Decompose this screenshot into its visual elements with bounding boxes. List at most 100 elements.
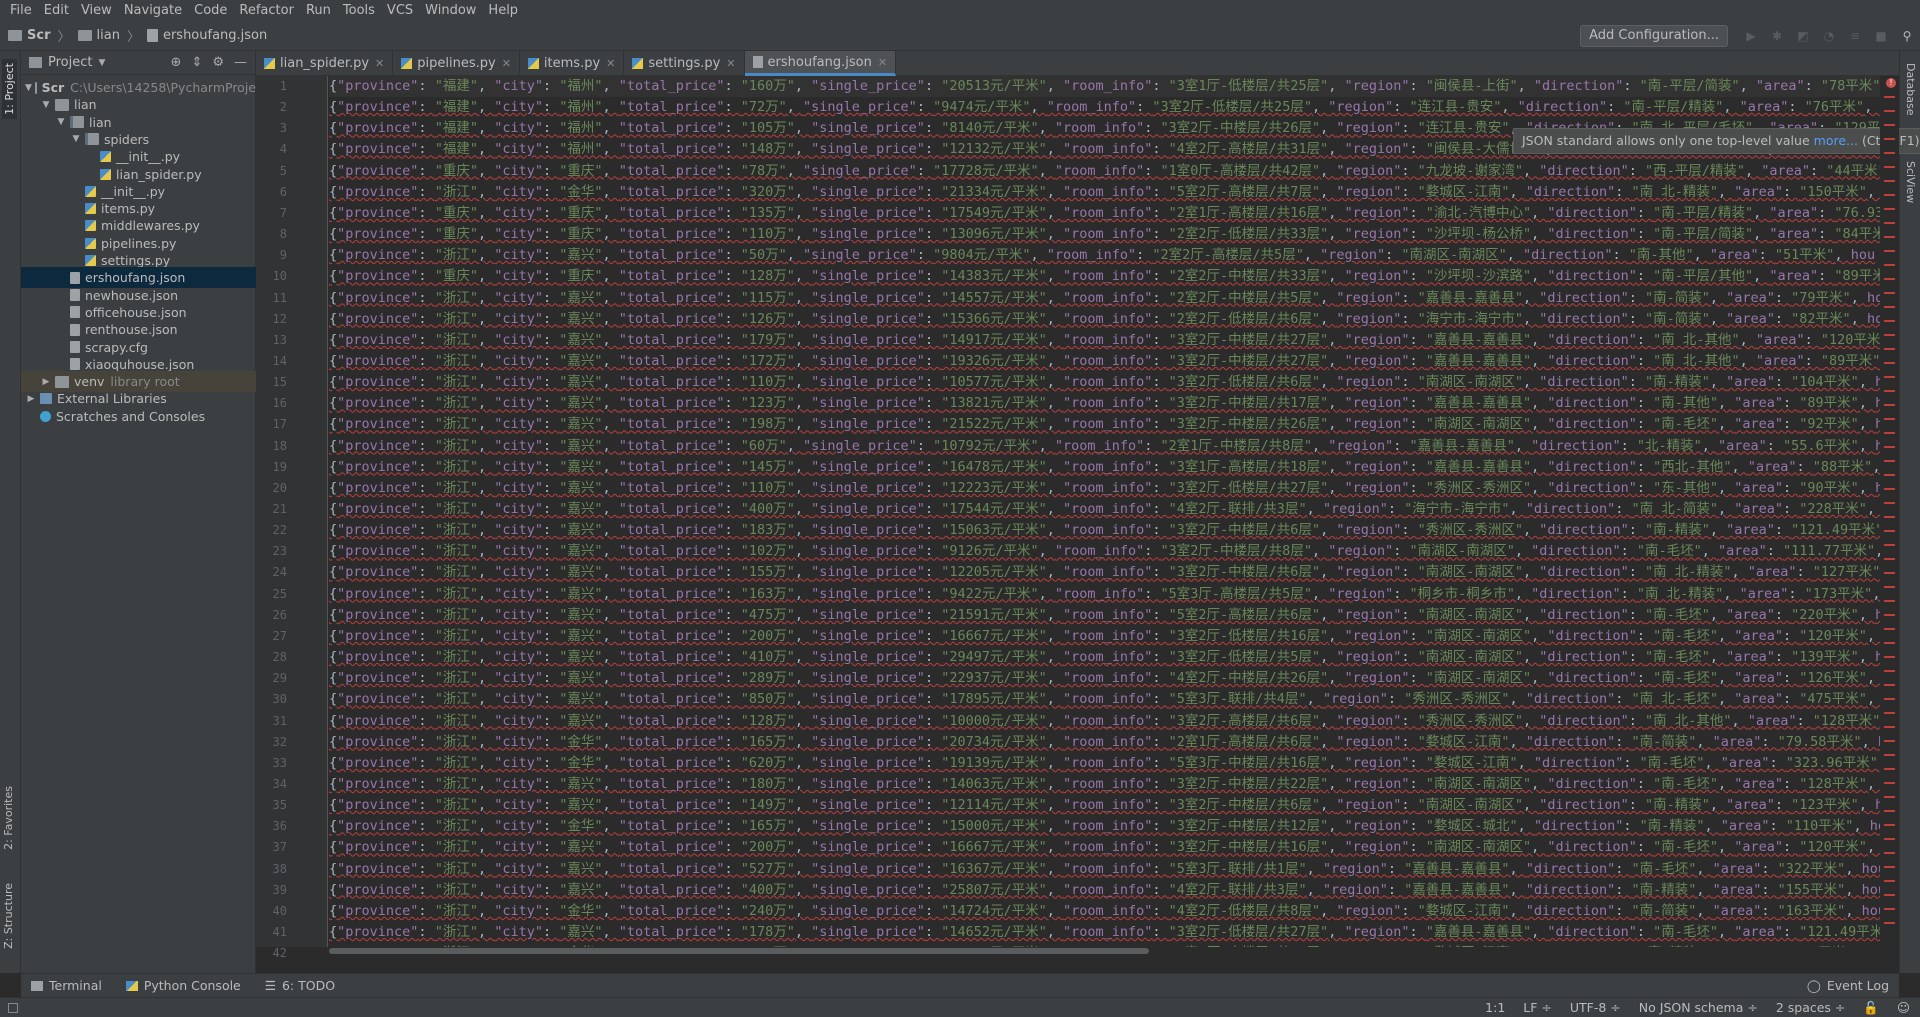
- error-mark[interactable]: [1884, 572, 1895, 574]
- project-panel-title[interactable]: Project: [48, 55, 92, 70]
- error-mark[interactable]: [1884, 558, 1895, 560]
- indent-widget[interactable]: 2 spaces ÷: [1776, 1000, 1846, 1015]
- editor-tab[interactable]: lian_spider.py ✕: [256, 51, 394, 76]
- error-mark[interactable]: [1884, 698, 1895, 700]
- error-stripe[interactable]: [1880, 76, 1899, 947]
- tooltip-more-link[interactable]: more...: [1814, 133, 1858, 148]
- json-schema-widget[interactable]: No JSON schema ÷: [1639, 1000, 1758, 1015]
- menu-run[interactable]: Run: [300, 0, 337, 21]
- error-mark[interactable]: [1884, 782, 1895, 784]
- error-mark[interactable]: [1884, 376, 1895, 378]
- chevron-down-icon[interactable]: ▼: [98, 58, 105, 68]
- stop-icon[interactable]: ■: [1873, 28, 1889, 44]
- add-configuration-button[interactable]: Add Configuration...: [1580, 25, 1728, 47]
- error-mark[interactable]: [1884, 432, 1895, 434]
- database-tool-tab[interactable]: Database: [1904, 63, 1917, 116]
- error-mark[interactable]: [1884, 586, 1895, 588]
- error-mark[interactable]: [1884, 670, 1895, 672]
- python-console-tool-button[interactable]: Python Console: [125, 978, 241, 993]
- error-mark[interactable]: [1884, 530, 1895, 532]
- error-mark[interactable]: [1884, 446, 1895, 448]
- toggle-tool-windows-icon[interactable]: [8, 1002, 18, 1013]
- error-mark[interactable]: [1884, 390, 1895, 392]
- menu-refactor[interactable]: Refactor: [233, 0, 300, 21]
- chevron-down-icon[interactable]: ▼: [40, 100, 52, 110]
- error-mark[interactable]: [1884, 292, 1895, 294]
- project-tool-tab[interactable]: 1: Project: [2, 59, 17, 119]
- close-icon[interactable]: ✕: [375, 57, 384, 70]
- error-mark[interactable]: [1884, 838, 1895, 840]
- error-mark[interactable]: [1884, 418, 1895, 420]
- error-mark[interactable]: [1884, 796, 1895, 798]
- terminal-tool-button[interactable]: Terminal: [31, 978, 102, 993]
- breadcrumb-item-file[interactable]: ershoufang.json: [163, 28, 267, 43]
- menu-code[interactable]: Code: [188, 0, 233, 21]
- favorites-tool-tab[interactable]: 2: Favorites: [2, 786, 15, 850]
- error-mark[interactable]: [1884, 600, 1895, 602]
- debug-icon[interactable]: ✱: [1769, 28, 1785, 44]
- error-mark[interactable]: [1884, 866, 1895, 868]
- sciview-tool-tab[interactable]: SciView: [1904, 161, 1917, 203]
- error-mark[interactable]: [1884, 726, 1895, 728]
- lock-icon[interactable]: 🔓: [1863, 1000, 1879, 1016]
- error-mark[interactable]: [1884, 894, 1895, 896]
- close-icon[interactable]: ✕: [726, 57, 735, 70]
- error-mark[interactable]: [1884, 250, 1895, 252]
- line-separator-widget[interactable]: LF ÷: [1523, 1000, 1552, 1015]
- hide-icon[interactable]: —: [234, 55, 247, 70]
- tree-item[interactable]: Scratches and Consoles: [21, 406, 256, 427]
- error-mark[interactable]: [1884, 460, 1895, 462]
- error-mark[interactable]: [1884, 110, 1895, 112]
- todo-tool-button[interactable]: ☰ 6: TODO: [265, 978, 335, 993]
- menu-help[interactable]: Help: [482, 0, 524, 21]
- menu-tools[interactable]: Tools: [337, 0, 381, 21]
- error-mark[interactable]: [1884, 656, 1895, 658]
- error-mark[interactable]: [1884, 516, 1895, 518]
- editor-code-area[interactable]: {"province": "福建", "city": "福州", "total_…: [329, 76, 1880, 947]
- error-mark[interactable]: [1884, 824, 1895, 826]
- error-mark[interactable]: [1884, 544, 1895, 546]
- error-mark[interactable]: [1884, 152, 1895, 154]
- error-mark[interactable]: [1884, 474, 1895, 476]
- error-mark[interactable]: [1884, 684, 1895, 686]
- menu-view[interactable]: View: [75, 0, 118, 21]
- editor-tab[interactable]: pipelines.py ✕: [393, 51, 520, 76]
- editor-tab[interactable]: ershoufang.json ✕: [744, 51, 897, 76]
- error-mark[interactable]: [1884, 404, 1895, 406]
- profile-icon[interactable]: ◔: [1821, 28, 1837, 44]
- error-mark[interactable]: [1884, 614, 1895, 616]
- menu-window[interactable]: Window: [419, 0, 482, 21]
- encoding-widget[interactable]: UTF-8 ÷: [1570, 1000, 1621, 1015]
- horizontal-scrollbar[interactable]: [329, 947, 1880, 955]
- error-mark[interactable]: [1884, 712, 1895, 714]
- collapse-all-icon[interactable]: ⇕: [191, 55, 202, 70]
- chevron-down-icon[interactable]: ▼: [55, 117, 67, 127]
- editor-tab[interactable]: settings.py ✕: [624, 51, 745, 76]
- coverage-icon[interactable]: ◩: [1795, 28, 1811, 44]
- breadcrumb-item-lian[interactable]: lian: [97, 28, 120, 43]
- error-mark[interactable]: [1884, 502, 1895, 504]
- error-mark[interactable]: [1884, 166, 1895, 168]
- run-icon[interactable]: ▶: [1743, 28, 1759, 44]
- caret-position[interactable]: 1:1: [1485, 1000, 1505, 1015]
- error-mark[interactable]: [1884, 222, 1895, 224]
- editor-tab[interactable]: items.py ✕: [520, 51, 625, 76]
- locate-icon[interactable]: ⊕: [171, 55, 182, 70]
- error-mark[interactable]: [1884, 348, 1895, 350]
- close-icon[interactable]: ✕: [878, 56, 887, 69]
- event-log-tool-button[interactable]: ◯ Event Log: [1807, 978, 1889, 993]
- menu-navigate[interactable]: Navigate: [118, 0, 188, 21]
- error-mark[interactable]: [1884, 740, 1895, 742]
- horizontal-scrollbar-thumb[interactable]: [329, 948, 1149, 954]
- error-mark[interactable]: [1884, 362, 1895, 364]
- concurrency-icon[interactable]: ≡: [1847, 28, 1863, 44]
- error-mark[interactable]: [1884, 320, 1895, 322]
- error-mark[interactable]: [1884, 642, 1895, 644]
- error-mark[interactable]: [1884, 236, 1895, 238]
- error-mark[interactable]: [1884, 306, 1895, 308]
- menu-file[interactable]: File: [4, 0, 38, 21]
- error-mark[interactable]: [1884, 264, 1895, 266]
- error-mark[interactable]: [1884, 278, 1895, 280]
- chevron-down-icon[interactable]: ▼: [25, 83, 32, 93]
- inspector-icon[interactable]: ☺: [1897, 1000, 1910, 1015]
